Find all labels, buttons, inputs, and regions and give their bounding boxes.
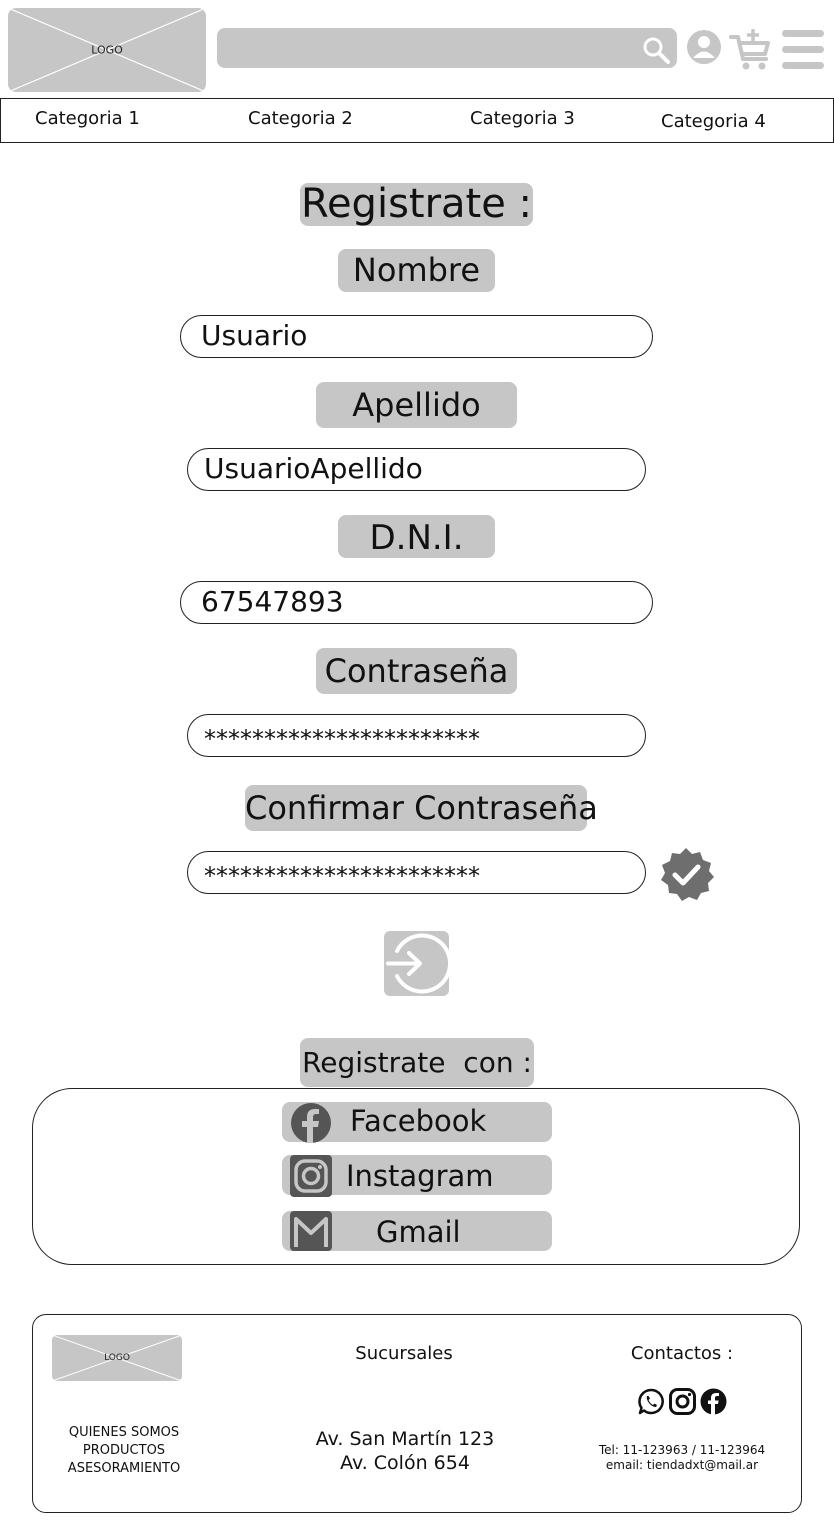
confirm-password-label: Confirmar Contraseña bbox=[245, 785, 598, 831]
facebook-small-icon[interactable] bbox=[700, 1388, 727, 1415]
password-label: Contraseña bbox=[316, 648, 517, 694]
category-4[interactable]: Categoria 4 bbox=[661, 111, 766, 132]
login-arrow-icon bbox=[386, 933, 452, 994]
instagram-small-icon[interactable] bbox=[669, 1388, 696, 1415]
dni-label: D.N.I. bbox=[338, 515, 495, 558]
contact-phone: Tel: 11-123963 / 11-123964 bbox=[598, 1443, 766, 1457]
whatsapp-icon[interactable] bbox=[638, 1388, 665, 1415]
footer-link-productos[interactable]: PRODUCTOS bbox=[54, 1443, 194, 1458]
branches-title: Sucursales bbox=[355, 1343, 453, 1364]
contact-email: email: tiendadxt@mail.ar bbox=[605, 1458, 759, 1472]
facebook-label: Facebook bbox=[350, 1104, 487, 1138]
search-icon[interactable] bbox=[641, 35, 671, 65]
facebook-button[interactable]: Facebook bbox=[282, 1102, 552, 1143]
user-icon[interactable] bbox=[686, 29, 722, 65]
category-1[interactable]: Categoria 1 bbox=[35, 108, 140, 129]
branch-2: Av. Colón 654 bbox=[340, 1452, 470, 1474]
apellido-field[interactable]: UsuarioApellido bbox=[187, 448, 646, 491]
gmail-label: Gmail bbox=[376, 1215, 461, 1249]
dni-field[interactable]: 67547893 bbox=[180, 581, 653, 624]
instagram-button[interactable]: Instagram bbox=[282, 1155, 552, 1197]
contacts-title: Contactos : bbox=[630, 1343, 734, 1364]
gmail-button[interactable]: Gmail bbox=[282, 1211, 552, 1251]
logo-text: LOGO bbox=[91, 43, 123, 57]
header-logo[interactable]: LOGO bbox=[8, 8, 206, 92]
submit-button[interactable] bbox=[384, 931, 452, 996]
password-field[interactable]: *********************** bbox=[187, 714, 646, 757]
menu-icon[interactable] bbox=[782, 30, 824, 70]
instagram-label: Instagram bbox=[346, 1159, 494, 1193]
category-2[interactable]: Categoria 2 bbox=[248, 108, 353, 129]
footer-link-quienes-somos[interactable]: QUIENES SOMOS bbox=[54, 1425, 194, 1440]
gmail-icon bbox=[290, 1211, 332, 1251]
footer-link-asesoramiento[interactable]: ASESORAMIENTO bbox=[54, 1461, 194, 1476]
footer-logo-text: LOGO bbox=[104, 1353, 130, 1363]
search-input[interactable] bbox=[217, 28, 677, 68]
branch-1: Av. San Martín 123 bbox=[315, 1428, 495, 1450]
category-3[interactable]: Categoria 3 bbox=[470, 108, 575, 129]
confirm-password-field[interactable]: *********************** bbox=[187, 851, 646, 894]
nombre-field[interactable]: Usuario bbox=[180, 315, 653, 358]
cart-add-icon[interactable] bbox=[728, 27, 774, 73]
verified-badge-icon bbox=[661, 848, 714, 901]
footer-logo[interactable]: LOGO bbox=[52, 1335, 182, 1381]
apellido-label: Apellido bbox=[316, 382, 517, 428]
nombre-label: Nombre bbox=[338, 249, 495, 292]
page-title: Registrate : bbox=[300, 181, 533, 227]
facebook-icon bbox=[291, 1103, 331, 1143]
social-register-title: Registrate con : bbox=[300, 1038, 534, 1087]
instagram-icon bbox=[290, 1155, 332, 1197]
